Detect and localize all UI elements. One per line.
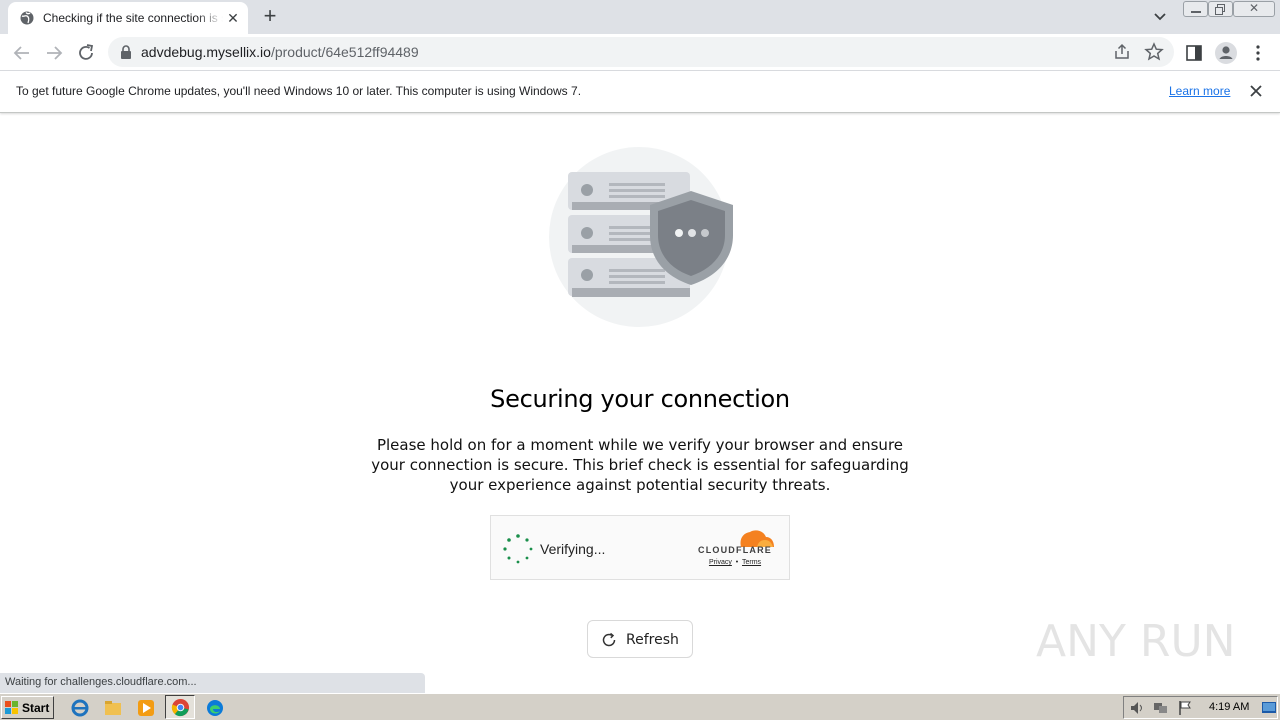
verifying-status: Verifying... bbox=[540, 541, 606, 557]
cloudflare-wordmark: CLOUDFLARE bbox=[698, 545, 772, 555]
url-host: advdebug.mysellix.io bbox=[141, 44, 271, 60]
side-panel-icon[interactable] bbox=[1184, 43, 1204, 63]
bookmark-star-icon[interactable] bbox=[1144, 42, 1164, 62]
address-bar[interactable]: advdebug.mysellix.io/product/64e512ff944… bbox=[108, 37, 1174, 67]
refresh-icon bbox=[602, 632, 616, 647]
update-infobar: To get future Google Chrome updates, you… bbox=[0, 71, 1280, 113]
volume-icon[interactable] bbox=[1129, 700, 1145, 716]
file-explorer-icon[interactable] bbox=[103, 698, 123, 718]
tab-title: Checking if the site connection is secur… bbox=[43, 11, 223, 25]
title-bar: Checking if the site connection is secur… bbox=[0, 0, 1280, 34]
media-player-icon[interactable] bbox=[136, 698, 156, 718]
refresh-label: Refresh bbox=[626, 632, 679, 648]
description-paragraph: Please hold on for a moment while we ver… bbox=[371, 436, 909, 494]
loading-spinner-icon bbox=[503, 534, 533, 564]
start-label: Start bbox=[22, 701, 50, 715]
internet-explorer-icon[interactable] bbox=[70, 698, 90, 718]
learn-more-link[interactable]: Learn more bbox=[1169, 84, 1230, 98]
globe-icon bbox=[20, 11, 34, 25]
lock-icon[interactable] bbox=[120, 45, 132, 59]
share-icon[interactable] bbox=[1112, 42, 1132, 62]
taskbar: Start 4:19 AM bbox=[0, 693, 1280, 720]
edge-icon[interactable] bbox=[205, 698, 225, 718]
anyrun-watermark: ANY RUN bbox=[1036, 616, 1236, 667]
forward-icon[interactable] bbox=[42, 41, 66, 65]
infobar-message: To get future Google Chrome updates, you… bbox=[16, 84, 582, 98]
terms-link[interactable]: Terms bbox=[742, 559, 761, 566]
action-center-flag-icon[interactable] bbox=[1177, 700, 1193, 716]
browser-tab[interactable]: Checking if the site connection is secur… bbox=[8, 2, 248, 34]
tab-search-icon[interactable] bbox=[1150, 8, 1170, 26]
widget-links: Privacy • Terms bbox=[695, 559, 775, 566]
browser-toolbar: advdebug.mysellix.io/product/64e512ff944… bbox=[0, 34, 1280, 71]
system-tray: 4:19 AM bbox=[1123, 696, 1278, 719]
network-icon[interactable] bbox=[1153, 700, 1169, 716]
show-desktop-icon[interactable] bbox=[1261, 700, 1277, 716]
menu-kebab-icon[interactable] bbox=[1248, 43, 1268, 63]
privacy-link[interactable]: Privacy bbox=[709, 559, 732, 566]
page-title: Securing your connection bbox=[490, 385, 790, 413]
refresh-button[interactable]: Refresh bbox=[587, 620, 693, 658]
restore-button[interactable] bbox=[1208, 1, 1233, 17]
close-icon: ✕ bbox=[1249, 1, 1260, 15]
chrome-taskbar-button[interactable] bbox=[165, 695, 195, 719]
links-separator: • bbox=[735, 559, 739, 566]
server-shield-illustration bbox=[549, 147, 733, 327]
reload-icon[interactable] bbox=[74, 41, 98, 65]
status-text: Waiting for challenges.cloudflare.com... bbox=[5, 676, 197, 688]
close-icon[interactable] bbox=[1248, 83, 1264, 99]
url-path: /product/64e512ff94489 bbox=[270, 44, 419, 60]
start-button[interactable]: Start bbox=[1, 696, 54, 719]
back-icon[interactable] bbox=[10, 41, 34, 65]
clock[interactable]: 4:19 AM bbox=[1209, 701, 1249, 713]
url-text[interactable]: advdebug.mysellix.io/product/64e512ff944… bbox=[141, 44, 419, 60]
minimize-icon bbox=[1191, 11, 1201, 13]
windows-logo-icon bbox=[5, 701, 18, 714]
close-window-button[interactable]: ✕ bbox=[1233, 1, 1275, 17]
profile-avatar-icon[interactable] bbox=[1214, 41, 1238, 65]
tab-close-icon[interactable]: ✕ bbox=[225, 10, 241, 26]
new-tab-button[interactable]: + bbox=[258, 5, 282, 28]
minimize-button[interactable] bbox=[1183, 1, 1208, 17]
status-bubble: Waiting for challenges.cloudflare.com... bbox=[0, 673, 425, 693]
watermark-text: ANY RUN bbox=[1036, 616, 1236, 667]
turnstile-widget[interactable]: Verifying... CLOUDFLARE Privacy • Terms bbox=[490, 515, 790, 580]
chrome-icon bbox=[171, 698, 190, 717]
